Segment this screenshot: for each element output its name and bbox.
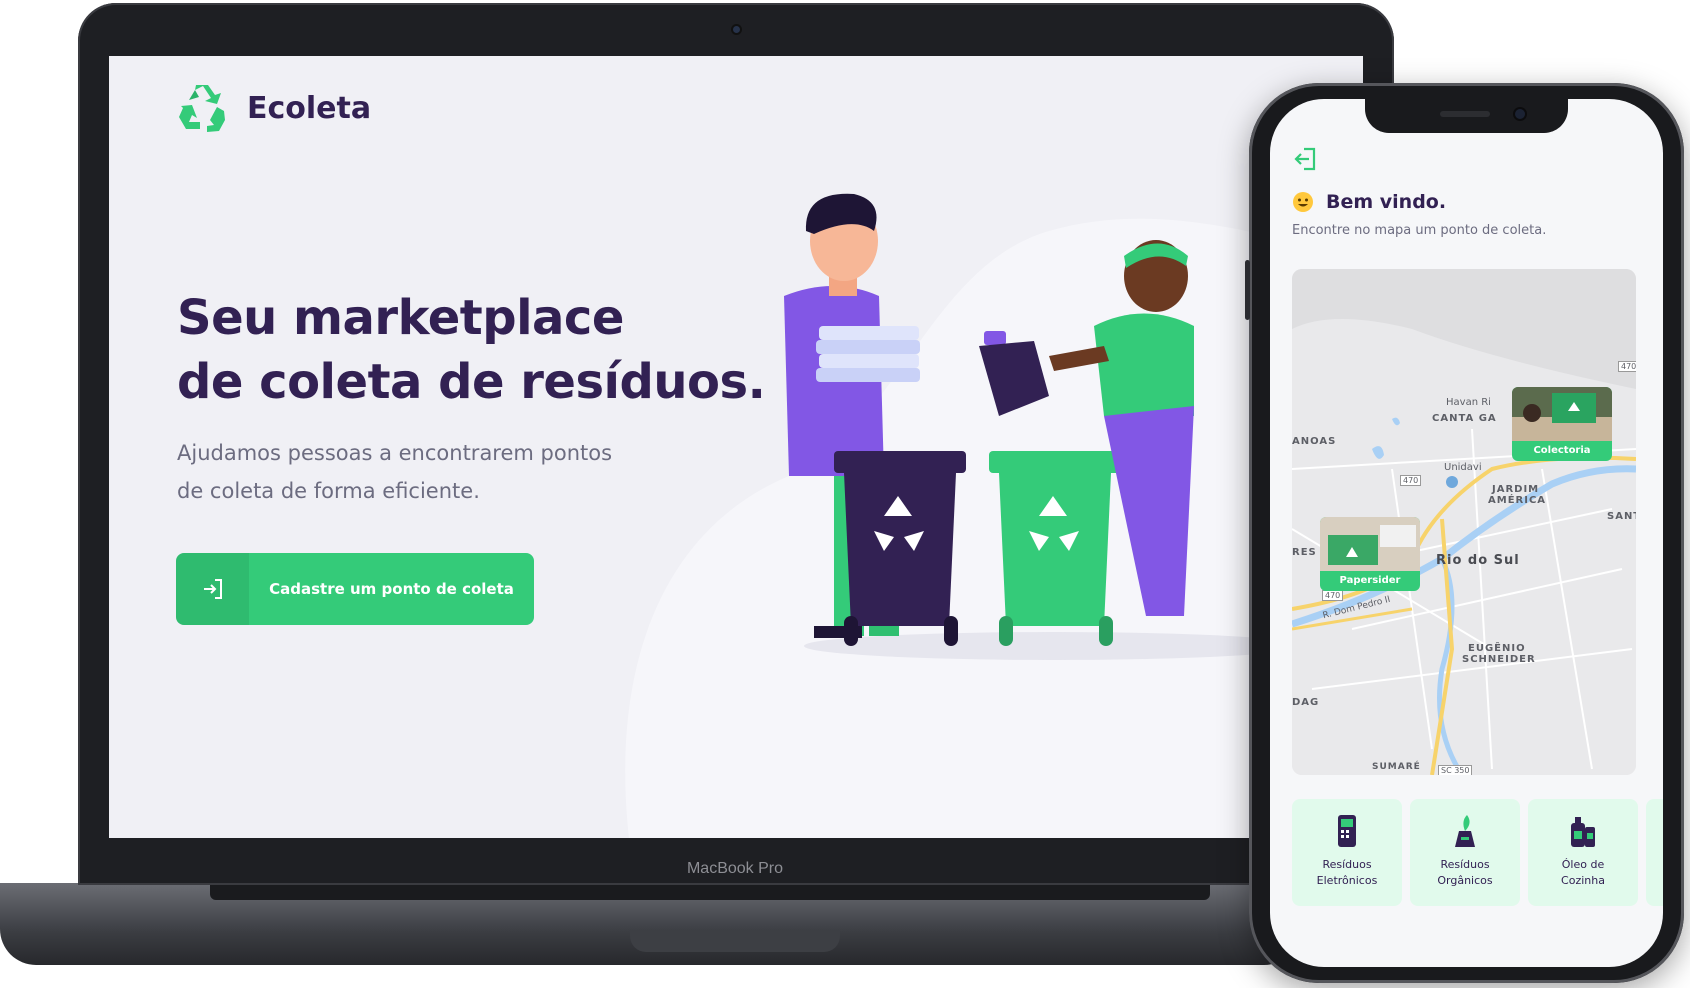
item-partial[interactable] bbox=[1646, 799, 1663, 906]
item-label: Resíduos Eletrônicos bbox=[1316, 858, 1378, 887]
map-label-rio-do-sul: Rio do Sul bbox=[1436, 553, 1520, 568]
map-label-jardim-1: JARDIM bbox=[1492, 484, 1540, 495]
route-badge-470: 470 bbox=[1400, 475, 1422, 486]
marker-label: Colectoria bbox=[1533, 445, 1591, 456]
compost-icon bbox=[1455, 815, 1475, 847]
phone-side-button bbox=[1245, 260, 1250, 320]
marker-photo bbox=[1320, 517, 1420, 571]
page-subtitle-line1: Ajudamos pessoas a encontrarem pontos bbox=[177, 441, 613, 465]
phone-speaker bbox=[1440, 111, 1490, 117]
login-icon bbox=[176, 553, 249, 625]
item-list: Resíduos Eletrônicos Resíduos Orgânicos … bbox=[1292, 799, 1663, 906]
laptop-hinge bbox=[630, 930, 840, 952]
route-badge-sc350: SC 350 bbox=[1438, 765, 1473, 775]
welcome-header: Bem vindo. bbox=[1292, 191, 1446, 213]
logout-icon[interactable] bbox=[1292, 146, 1318, 172]
item-eletronicos[interactable]: Resíduos Eletrônicos bbox=[1292, 799, 1402, 906]
page-title-line1: Seu marketplace bbox=[177, 290, 624, 346]
oil-icon bbox=[1571, 817, 1595, 847]
map-label-canta-galo: CANTA GA bbox=[1432, 413, 1497, 424]
map-marker-papersider[interactable]: Papersider bbox=[1320, 517, 1420, 591]
smile-icon bbox=[1293, 192, 1313, 212]
register-point-label: Cadastre um ponto de coleta bbox=[269, 580, 514, 598]
laptop-screen: Ecoleta Seu marketplace de coleta de res… bbox=[109, 56, 1363, 838]
recycle-icon bbox=[179, 85, 225, 132]
route-badge-470: 470 bbox=[1618, 361, 1636, 372]
laptop-model-label: MacBook Pro bbox=[686, 860, 784, 877]
map-label-havan: Havan Ri bbox=[1446, 397, 1491, 408]
item-organicos[interactable]: Resíduos Orgânicos bbox=[1410, 799, 1520, 906]
phone-camera bbox=[1515, 109, 1525, 119]
map-label-sumare: SUMARÉ bbox=[1372, 762, 1421, 772]
page-title: Seu marketplace de coleta de resíduos. bbox=[177, 286, 817, 414]
item-label: Resíduos Orgânicos bbox=[1437, 858, 1493, 887]
laptop-camera bbox=[733, 26, 740, 33]
marker-photo bbox=[1512, 387, 1612, 441]
brand-logo[interactable]: Ecoleta bbox=[177, 84, 371, 132]
marker-label: Papersider bbox=[1339, 575, 1401, 586]
route-badge-470: 470 bbox=[1322, 590, 1344, 601]
map-label-dag: DAG bbox=[1292, 697, 1320, 708]
phone-notch bbox=[1365, 99, 1568, 133]
map-label-canoas: ANOAS bbox=[1292, 436, 1337, 447]
map-label-jardim-2: AMÉRICA bbox=[1488, 495, 1547, 506]
map-label-unidavi: Unidavi bbox=[1444, 462, 1482, 473]
map[interactable]: Havan Ri CANTA GA ANOAS Unidavi JARDIM A… bbox=[1292, 269, 1636, 775]
map-label-eugenio-1: EUGÊNIO bbox=[1468, 643, 1526, 654]
map-label-eugenio-2: SCHNEIDER bbox=[1462, 654, 1536, 665]
welcome-subtitle: Encontre no mapa um ponto de coleta. bbox=[1292, 223, 1547, 238]
item-oleo[interactable]: Óleo de Cozinha bbox=[1528, 799, 1638, 906]
phone-screen: Bem vindo. Encontre no mapa um ponto de … bbox=[1270, 99, 1663, 967]
item-label: Óleo de Cozinha bbox=[1561, 858, 1605, 887]
map-label-santa: SANT bbox=[1607, 511, 1636, 522]
page-subtitle-line2: de coleta de forma eficiente. bbox=[177, 479, 480, 503]
brand-name: Ecoleta bbox=[247, 90, 372, 126]
battery-icon bbox=[1338, 815, 1356, 847]
page-subtitle: Ajudamos pessoas a encontrarem pontos de… bbox=[177, 434, 637, 510]
map-marker-colectoria[interactable]: Colectoria bbox=[1512, 387, 1612, 461]
register-point-button[interactable]: Cadastre um ponto de coleta bbox=[176, 553, 534, 625]
welcome-title: Bem vindo. bbox=[1326, 191, 1447, 213]
map-label-progresso: RES bbox=[1292, 547, 1317, 558]
page-title-line2: de coleta de resíduos. bbox=[177, 354, 766, 410]
